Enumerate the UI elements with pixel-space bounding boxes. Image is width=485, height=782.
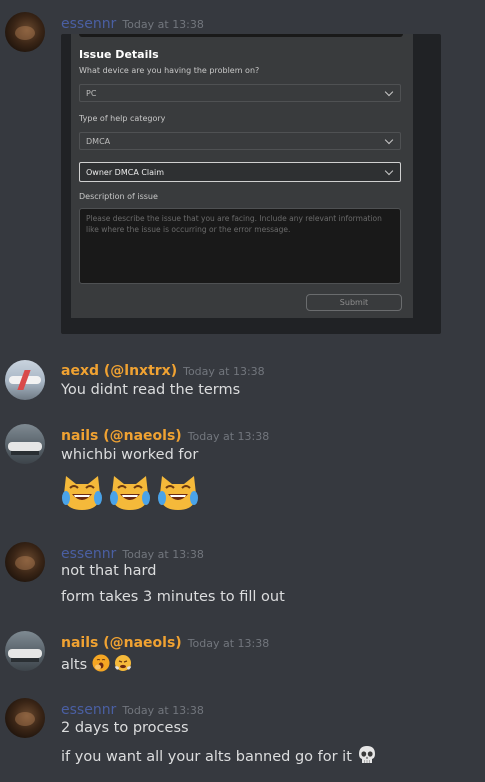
category-label: Type of help category	[79, 114, 166, 123]
message-text: 2 days to process	[61, 720, 189, 736]
chevron-down-icon	[384, 166, 394, 176]
face-with-steam-emoji[interactable]	[114, 654, 133, 672]
device-label: What device are you having the problem o…	[79, 66, 260, 75]
description-textarea[interactable]: Please describe the issue that you are f…	[79, 208, 401, 284]
message-text: not that hard	[61, 563, 157, 579]
image-attachment[interactable]: Issue Details What device are you having…	[61, 34, 441, 334]
avatar[interactable]	[5, 360, 45, 400]
device-select-value: PC	[86, 89, 97, 98]
category-select[interactable]: DMCA	[79, 132, 401, 150]
username[interactable]: essennr	[61, 702, 116, 718]
message-group: essennr Today at 13:38 Issue Details What…	[0, 0, 485, 340]
joy-cat-emoji[interactable]	[60, 472, 104, 512]
subcategory-select[interactable]: Owner DMCA Claim	[79, 162, 401, 182]
message-line: alts	[61, 654, 133, 673]
message-group: nails (@naeols) Today at 13:38 whichbi wo…	[0, 420, 485, 530]
skull-emoji[interactable]	[357, 745, 377, 765]
timestamp: Today at 13:38	[122, 18, 204, 31]
avatar[interactable]	[5, 542, 45, 582]
username[interactable]: aexd (@lnxtrx)	[61, 363, 177, 379]
message-header: nails (@naeols) Today at 13:38	[61, 632, 269, 651]
message-header: essennr Today at 13:38	[61, 543, 204, 562]
message-header: aexd (@lnxtrx) Today at 13:38	[61, 360, 265, 379]
timestamp: Today at 13:38	[187, 637, 270, 650]
message-group: essennr Today at 13:38 2 days to process …	[0, 693, 485, 778]
timestamp: Today at 13:38	[122, 548, 204, 561]
support-form: Issue Details What device are you having…	[71, 34, 413, 318]
submit-button[interactable]: Submit	[306, 294, 402, 311]
joy-cat-emoji[interactable]	[156, 472, 200, 512]
yawning-face-emoji[interactable]	[92, 654, 110, 672]
message-header: nails (@naeols) Today at 13:38	[61, 425, 269, 444]
timestamp: Today at 13:38	[122, 704, 204, 717]
avatar[interactable]	[5, 424, 45, 464]
message-group: aexd (@lnxtrx) Today at 13:38 You didnt r…	[0, 355, 485, 405]
message-line: if you want all your alts banned go for …	[61, 745, 377, 765]
subcategory-select-value: Owner DMCA Claim	[86, 168, 165, 177]
form-title: Issue Details	[79, 48, 159, 61]
chevron-down-icon	[384, 135, 394, 145]
joy-cat-emoji[interactable]	[108, 472, 152, 512]
message-text: form takes 3 minutes to fill out	[61, 589, 285, 605]
avatar[interactable]	[5, 12, 45, 52]
form-top-edge	[79, 34, 403, 37]
message-group: essennr Today at 13:38 not that hard form…	[0, 537, 485, 617]
message-text: You didnt read the terms	[61, 382, 241, 398]
timestamp: Today at 13:38	[183, 365, 265, 378]
description-label: Description of issue	[79, 192, 158, 201]
username[interactable]: essennr	[61, 546, 116, 562]
username[interactable]: essennr	[61, 16, 116, 32]
message-group: nails (@naeols) Today at 13:38 alts	[0, 627, 485, 682]
chevron-down-icon	[384, 87, 394, 97]
timestamp: Today at 13:38	[187, 430, 270, 443]
description-placeholder: Please describe the issue that you are f…	[86, 214, 382, 234]
avatar[interactable]	[5, 631, 45, 671]
username[interactable]: nails (@naeols)	[61, 635, 182, 651]
message-header: essennr Today at 13:38	[61, 699, 204, 718]
avatar[interactable]	[5, 698, 45, 738]
category-select-value: DMCA	[86, 137, 111, 146]
username[interactable]: nails (@naeols)	[61, 428, 182, 444]
message-text: alts	[61, 657, 88, 673]
message-header: essennr Today at 13:38	[61, 13, 204, 32]
message-text: if you want all your alts banned go for …	[61, 749, 352, 765]
message-text: whichbi worked for	[61, 447, 199, 463]
device-select[interactable]: PC	[79, 84, 401, 102]
